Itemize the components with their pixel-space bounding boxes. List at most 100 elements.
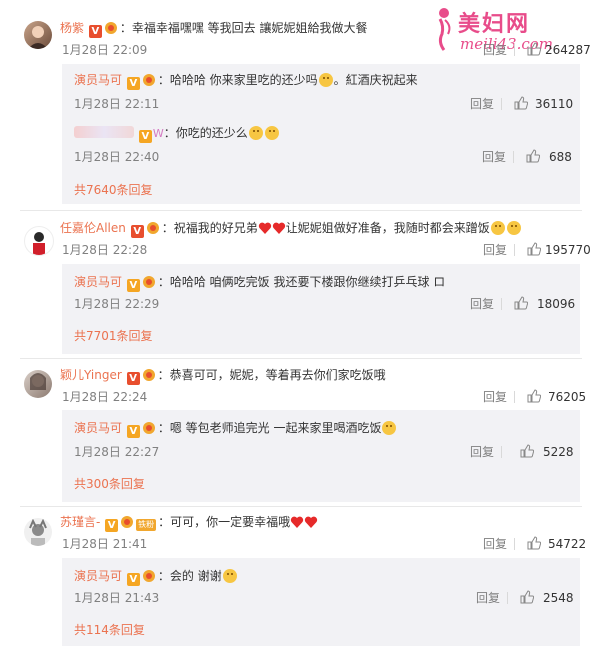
more-replies-link[interactable]: 共7701条回复 bbox=[74, 328, 153, 344]
reply-line: V W：你吃的还少么 bbox=[74, 125, 280, 143]
divider bbox=[501, 298, 502, 310]
reply-button[interactable]: 回复 bbox=[470, 296, 494, 312]
like-count: 2548 bbox=[543, 591, 574, 605]
verified-icon: V bbox=[138, 130, 152, 143]
heart-icon bbox=[258, 222, 271, 234]
heart-icon bbox=[272, 222, 285, 234]
verified-icon: V bbox=[130, 225, 144, 238]
username-link[interactable]: 杨紫 bbox=[60, 21, 84, 35]
like-count: 36110 bbox=[535, 97, 574, 111]
like-icon[interactable] bbox=[527, 536, 541, 550]
reply-line: 演员马可 V ：嗯 等包老师追完光 一起来家里喝酒吃饭 bbox=[74, 420, 397, 438]
reply-date: 1月28日 22:27 bbox=[74, 445, 160, 459]
avatar[interactable] bbox=[24, 21, 52, 49]
reply-line: 演员马可 V ：会的 谢谢 bbox=[74, 568, 238, 586]
reply-button[interactable]: 回复 bbox=[470, 96, 494, 112]
username-link[interactable]: 任嘉伦Allen bbox=[60, 221, 126, 235]
comment-date: 1月28日 22:24 bbox=[62, 390, 148, 404]
comment-text-tail: 让妮妮姐做好准备，我随时都会来蹭饭 bbox=[285, 221, 490, 235]
divider bbox=[513, 151, 514, 163]
like-count: 18096 bbox=[537, 297, 576, 311]
comment-line: 杨紫 V ：幸福幸福嘿嘿 等我回去 讓妮妮姐給我做大餐 bbox=[60, 20, 367, 38]
like-icon[interactable] bbox=[514, 96, 528, 110]
blurred-username[interactable] bbox=[74, 126, 134, 138]
divider bbox=[514, 44, 515, 56]
comment-date: 1月28日 21:41 bbox=[62, 537, 148, 551]
fan-badge-icon bbox=[146, 222, 159, 234]
grin-emoji-icon bbox=[382, 421, 397, 435]
woman-logo-icon bbox=[438, 8, 451, 51]
fan-badge-icon bbox=[142, 570, 155, 582]
reply-date: 1月28日 22:40 bbox=[74, 150, 160, 164]
like-icon[interactable] bbox=[514, 296, 528, 310]
reply-button[interactable]: 回复 bbox=[483, 42, 507, 58]
reply-button[interactable]: 回复 bbox=[483, 389, 507, 405]
like-icon[interactable] bbox=[520, 444, 534, 458]
reply-line: 演员马可 V ：哈哈哈 你来家里吃的还少吗 。紅酒庆祝起来 bbox=[74, 72, 418, 90]
avatar[interactable] bbox=[24, 518, 52, 546]
fan-badge-icon bbox=[142, 74, 155, 86]
avatar[interactable] bbox=[24, 370, 52, 398]
reply-button[interactable]: 回复 bbox=[483, 536, 507, 552]
comment-text: ：幸福幸福嘿嘿 等我回去 讓妮妮姐給我做大餐 bbox=[119, 21, 368, 35]
reply-line: 演员马可 V ：哈哈哈 咱俩吃完饭 我还要下楼跟你继续打乒乓球 ロ bbox=[74, 274, 445, 292]
fan-badge-icon bbox=[121, 516, 134, 528]
divider bbox=[501, 98, 502, 110]
username-link[interactable]: 演员马可 bbox=[74, 421, 122, 435]
reply-button[interactable]: 回复 bbox=[470, 444, 494, 460]
separator bbox=[20, 358, 582, 359]
comment-text: ：可可，你一定要幸福哦 bbox=[158, 515, 291, 529]
reply-text: ：你吃的还少么 bbox=[163, 126, 248, 140]
more-replies-link[interactable]: 共114条回复 bbox=[74, 622, 145, 638]
like-icon[interactable] bbox=[527, 389, 541, 403]
fan-badge-icon bbox=[104, 22, 117, 34]
more-replies-link[interactable]: 共300条回复 bbox=[74, 476, 145, 492]
avatar[interactable] bbox=[24, 226, 54, 256]
verified-icon: V bbox=[126, 573, 140, 586]
comment-date: 1月28日 22:28 bbox=[62, 243, 148, 257]
reply-date: 1月28日 22:11 bbox=[74, 97, 160, 111]
like-count: 264287 bbox=[545, 43, 591, 57]
like-count: 195770 bbox=[545, 243, 591, 257]
divider bbox=[501, 446, 502, 458]
reply-text: ：哈哈哈 咱俩吃完饭 我还要下楼跟你继续打乒乓球 ロ bbox=[157, 275, 446, 289]
fan-badge-icon bbox=[142, 422, 155, 434]
member-icon: W bbox=[152, 127, 164, 140]
username-link[interactable]: 苏瑾言- bbox=[60, 515, 100, 529]
like-icon[interactable] bbox=[526, 149, 540, 163]
username-link[interactable]: 演员马可 bbox=[74, 275, 122, 289]
divider bbox=[514, 391, 515, 403]
verified-icon: V bbox=[126, 279, 140, 292]
verified-icon: V bbox=[126, 372, 140, 385]
username-link[interactable]: 颖儿Yinger bbox=[60, 368, 122, 382]
reply-button[interactable]: 回复 bbox=[483, 242, 507, 258]
comment-text: ：恭喜可可，妮妮，等着再去你们家吃饭哦 bbox=[157, 368, 386, 382]
reply-date: 1月28日 22:29 bbox=[74, 297, 160, 311]
like-icon[interactable] bbox=[520, 590, 534, 604]
like-count: 5228 bbox=[543, 445, 574, 459]
divider bbox=[514, 244, 515, 256]
separator bbox=[20, 506, 582, 507]
comment-date: 1月28日 22:09 bbox=[62, 43, 148, 57]
fan-badge-icon bbox=[142, 276, 155, 288]
divider bbox=[507, 592, 508, 604]
username-link[interactable]: 演员马可 bbox=[74, 569, 122, 583]
like-count: 54722 bbox=[548, 537, 587, 551]
heart-icon bbox=[291, 516, 304, 528]
more-replies-link[interactable]: 共7640条回复 bbox=[74, 182, 153, 198]
like-count: 688 bbox=[549, 150, 572, 164]
like-count: 76205 bbox=[548, 390, 587, 404]
divider bbox=[514, 538, 515, 550]
reply-button[interactable]: 回复 bbox=[476, 590, 500, 606]
reply-text-tail: 。紅酒庆祝起来 bbox=[333, 73, 418, 87]
heart-icon bbox=[305, 516, 318, 528]
grin-emoji-icon bbox=[506, 221, 521, 235]
reply-text: ：哈哈哈 你来家里吃的还少吗 bbox=[157, 73, 318, 87]
username-link[interactable]: 演员马可 bbox=[74, 73, 122, 87]
reply-text: ：嗯 等包老师追完光 一起来家里喝酒吃饭 bbox=[157, 421, 382, 435]
like-icon[interactable] bbox=[527, 242, 541, 256]
like-icon[interactable] bbox=[527, 42, 541, 56]
verified-icon: V bbox=[126, 425, 140, 438]
reply-button[interactable]: 回复 bbox=[482, 149, 506, 165]
verified-icon: V bbox=[88, 25, 102, 38]
